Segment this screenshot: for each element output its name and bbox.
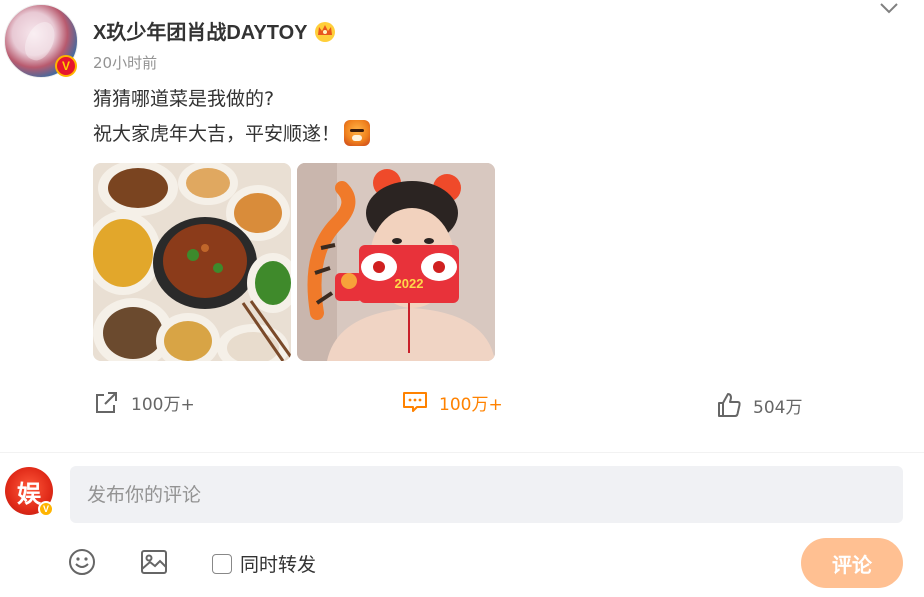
divider <box>0 452 924 453</box>
repost-label: 同时转发 <box>240 554 317 576</box>
comment-input[interactable] <box>70 466 903 523</box>
like-count: 504万 <box>753 397 803 418</box>
post-text-line2-text: 祝大家虎年大吉，平安顺遂！ <box>93 123 341 145</box>
crown-icon <box>315 21 336 42</box>
tiger-emoji-icon <box>344 119 371 146</box>
post-text-line2: 祝大家虎年大吉，平安顺遂！ <box>93 119 371 146</box>
selfie-photo-graphic: 2022 <box>297 163 495 361</box>
thumbs-up-icon <box>718 393 741 417</box>
post-image-selfie[interactable]: 2022 <box>297 163 495 361</box>
comment-count: 100万+ <box>439 394 503 415</box>
repost-checkbox[interactable] <box>212 553 232 574</box>
like-button[interactable]: 504万 <box>715 391 802 419</box>
share-button[interactable]: 100万+ <box>93 388 195 416</box>
verified-badge: V <box>55 55 77 77</box>
share-count: 100万+ <box>131 394 195 415</box>
my-verified-badge: V <box>38 501 54 517</box>
image-icon[interactable] <box>139 547 169 577</box>
red-card-text: 2022 <box>395 276 424 291</box>
repost-option[interactable]: 同时转发 <box>212 550 316 577</box>
author-name-text: X玖少年团肖战DAYTOY <box>93 22 308 44</box>
food-photo-graphic <box>93 163 291 361</box>
share-icon <box>96 392 117 413</box>
author-name[interactable]: X玖少年团肖战DAYTOY <box>93 16 337 45</box>
emoji-icon[interactable] <box>67 547 97 577</box>
post-timestamp[interactable]: 20小时前 <box>93 52 157 73</box>
comment-icon <box>403 392 427 412</box>
submit-comment-button[interactable]: 评论 <box>801 538 903 588</box>
comment-button[interactable]: 100万+ <box>401 388 503 416</box>
chevron-down-icon[interactable] <box>878 0 900 16</box>
post-text-line1: 猜猜哪道菜是我做的? <box>93 88 275 110</box>
post-image-food[interactable] <box>93 163 291 361</box>
